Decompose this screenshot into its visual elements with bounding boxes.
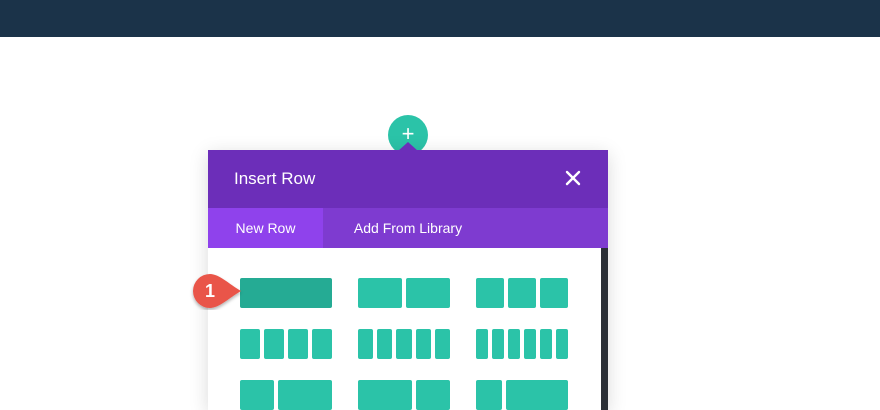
layout-column <box>416 329 431 359</box>
layout-column <box>406 278 450 308</box>
top-bar <box>0 0 880 37</box>
tab-new-row[interactable]: New Row <box>208 208 323 248</box>
layout-column <box>240 278 332 308</box>
layout-6-columns[interactable] <box>476 329 568 359</box>
scrollbar[interactable] <box>601 248 608 410</box>
layout-4-columns[interactable] <box>240 329 332 359</box>
layout-3-columns[interactable] <box>476 278 568 308</box>
callout-badge: 1 <box>193 274 241 308</box>
close-icon[interactable] <box>564 169 582 187</box>
layout-column <box>492 329 504 359</box>
layout-column <box>435 329 450 359</box>
layout-column <box>556 329 568 359</box>
layout-column <box>358 380 412 410</box>
callout-number: 1 <box>205 281 215 301</box>
layout-column <box>476 329 488 359</box>
layout-column <box>540 329 552 359</box>
layout-column <box>312 329 332 359</box>
callout-pointer-icon <box>193 274 241 308</box>
layout-1-3-2-3[interactable] <box>240 380 332 410</box>
layout-column <box>377 329 392 359</box>
layout-column <box>358 329 373 359</box>
layout-column <box>506 380 568 410</box>
layout-column <box>416 380 450 410</box>
layout-column <box>288 329 308 359</box>
layout-column <box>240 380 274 410</box>
tab-add-from-library[interactable]: Add From Library <box>323 208 493 248</box>
layout-column <box>508 278 536 308</box>
layout-column <box>476 278 504 308</box>
modal-title: Insert Row <box>234 169 316 188</box>
layout-column <box>264 329 284 359</box>
layout-column <box>240 329 260 359</box>
modal-tabs: New Row Add From Library <box>208 208 608 248</box>
layout-column <box>524 329 536 359</box>
layout-column <box>508 329 520 359</box>
layout-column <box>396 329 412 359</box>
layout-column <box>278 380 332 410</box>
insert-row-modal: Insert Row New Row Add From Library <box>208 150 608 410</box>
layout-1-column[interactable] <box>240 278 332 308</box>
layout-column <box>358 278 402 308</box>
layout-column <box>540 278 568 308</box>
layout-5-columns[interactable] <box>358 329 450 359</box>
layout-2-3-1-3[interactable] <box>358 380 450 410</box>
modal-pointer <box>398 142 418 151</box>
layout-2-columns[interactable] <box>358 278 450 308</box>
modal-header: Insert Row <box>208 150 608 208</box>
layout-1-4-3-4[interactable] <box>476 380 568 410</box>
layout-column <box>476 380 502 410</box>
